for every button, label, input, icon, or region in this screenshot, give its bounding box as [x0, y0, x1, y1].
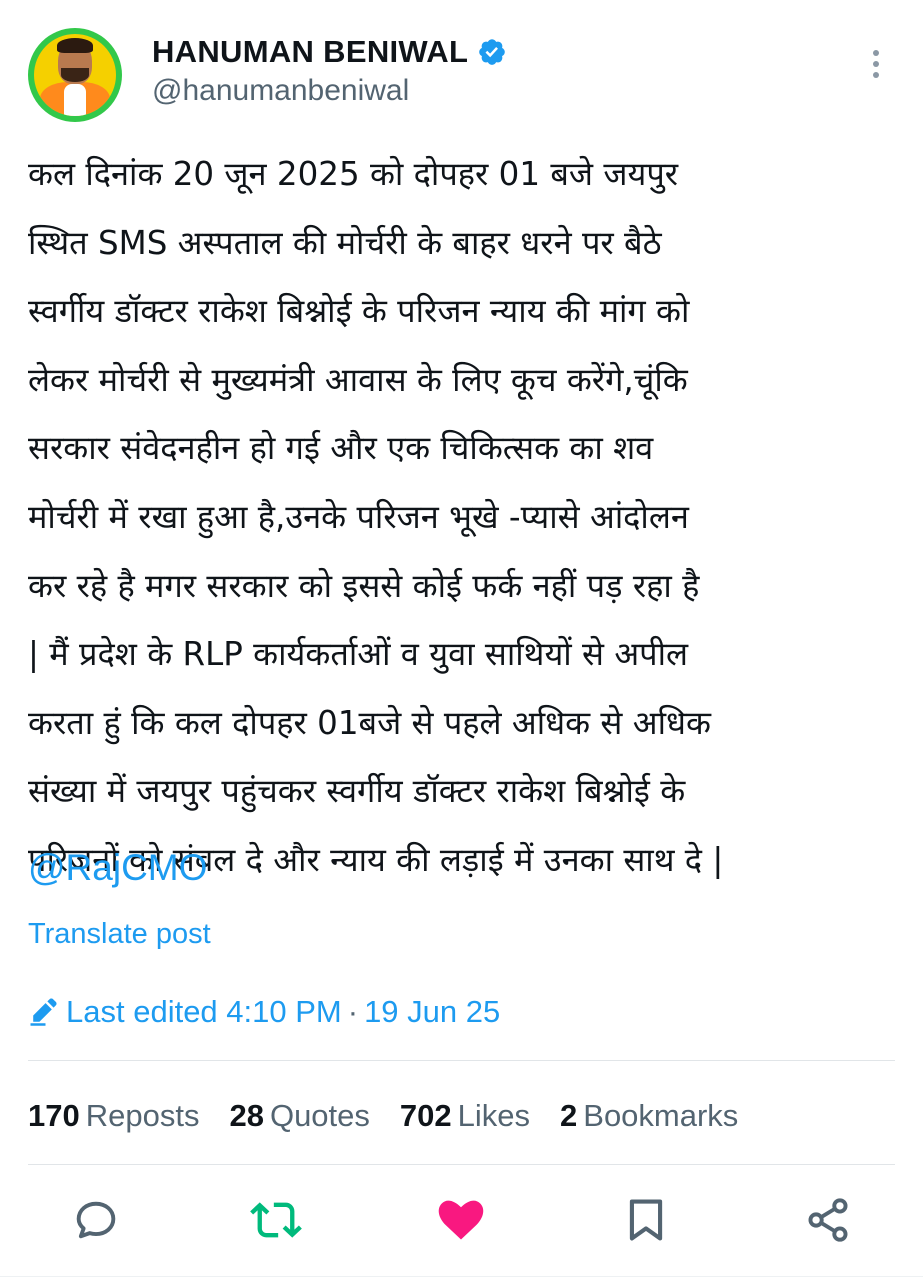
- reposts-label: Reposts: [85, 1098, 200, 1133]
- avatar-photo: [34, 34, 116, 116]
- post-text-line: करता हुं कि कल दोपहर 01बजे से पहले अधिक …: [28, 703, 711, 742]
- post-text-line: स्थित SMS अस्पताल की मोर्चरी के बाहर धरन…: [28, 223, 662, 262]
- like-button[interactable]: [435, 1194, 487, 1246]
- author-handle[interactable]: @hanumanbeniwal: [152, 74, 409, 108]
- divider: [28, 1060, 895, 1061]
- post-text-line: सरकार संवेदनहीन हो गई और एक चिकित्सक का …: [28, 429, 654, 468]
- repost-icon: [250, 1202, 302, 1238]
- post-text-line: संख्या में जयपुर पहुंचकर स्वर्गीय डॉक्टर…: [28, 772, 686, 811]
- post-text-line: मोर्चरी में रखा हुआ है,उनके परिजन भूखे -…: [28, 497, 689, 536]
- bookmark-button[interactable]: [620, 1194, 672, 1246]
- more-options-icon[interactable]: [866, 50, 886, 84]
- reply-button[interactable]: [70, 1194, 122, 1246]
- separator-dot: ·: [347, 994, 359, 1029]
- action-bar: [0, 1188, 923, 1252]
- post-date: 19 Jun 25: [364, 994, 501, 1029]
- bookmark-icon: [629, 1199, 663, 1241]
- bottom-divider: [0, 1276, 923, 1277]
- repost-button[interactable]: [250, 1194, 302, 1246]
- last-edited-label: Last edited 4:10 PM: [66, 994, 342, 1029]
- last-edited-info[interactable]: Last edited 4:10 PM · 19 Jun 25: [28, 988, 500, 1036]
- bookmarks-label: Bookmarks: [583, 1098, 739, 1133]
- post-text-line: | मैं प्रदेश के RLP कार्यकर्ताओं व युवा …: [28, 635, 689, 674]
- likes-number: 702: [399, 1098, 452, 1133]
- post-text-line: कर रहे है मगर सरकार को इससे कोई फर्क नही…: [28, 566, 700, 605]
- divider: [28, 1164, 895, 1165]
- share-button[interactable]: [802, 1194, 854, 1246]
- post-text-line: स्वर्गीय डॉक्टर राकेश बिश्नोई के परिजन न…: [28, 292, 690, 331]
- avatar[interactable]: [28, 28, 122, 122]
- edit-pencil-icon: [30, 998, 57, 1026]
- post-text-line: कल दिनांक 20 जून 2025 को दोपहर 01 बजे जय…: [28, 155, 679, 193]
- share-icon: [808, 1198, 848, 1242]
- engagement-stats: 170 Reposts 28 Quotes 702 Likes 2 Bookmarks: [28, 1090, 768, 1142]
- post-text: कल दिनांक 20 जून 2025 को दोपहर 01 बजे जय…: [28, 140, 898, 895]
- heart-icon: [438, 1200, 484, 1240]
- verified-badge-icon: [479, 39, 506, 65]
- reply-icon: [76, 1201, 116, 1239]
- likes-count[interactable]: 702 Likes: [400, 1098, 530, 1134]
- post-text-line: लेकर मोर्चरी से मुख्यमंत्री आवास के लिए …: [28, 360, 688, 399]
- post-header: HANUMAN BENIWAL @hanumanbeniwal: [0, 0, 923, 130]
- bookmarks-number: 2: [560, 1098, 578, 1133]
- author-name[interactable]: HANUMAN BENIWAL: [152, 34, 468, 70]
- likes-label: Likes: [457, 1098, 531, 1133]
- translate-post-link[interactable]: Translate post: [28, 912, 211, 956]
- quotes-label: Quotes: [269, 1098, 370, 1133]
- reposts-number: 170: [28, 1098, 80, 1133]
- quotes-count[interactable]: 28 Quotes: [229, 1098, 369, 1134]
- bookmarks-count[interactable]: 2 Bookmarks: [560, 1098, 738, 1134]
- reposts-count[interactable]: 170 Reposts: [28, 1098, 199, 1134]
- mention-link[interactable]: @RajCMO: [28, 838, 207, 898]
- quotes-number: 28: [229, 1098, 264, 1133]
- author-name-row[interactable]: HANUMAN BENIWAL: [152, 34, 507, 70]
